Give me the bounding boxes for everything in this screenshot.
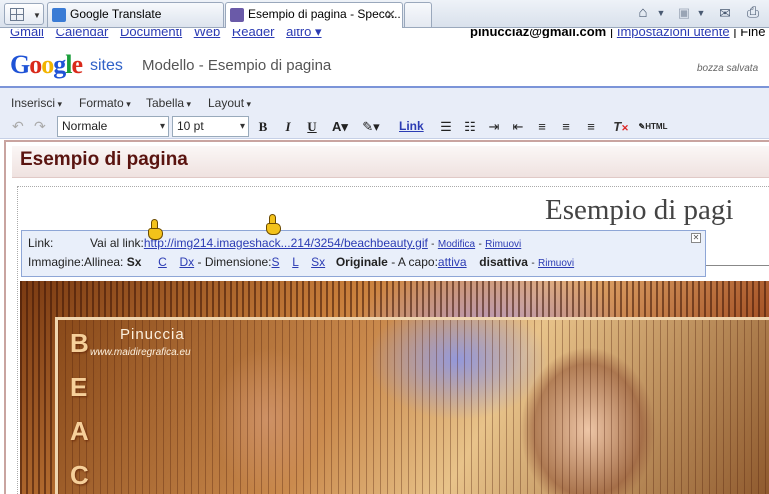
translate-favicon-icon	[52, 8, 66, 22]
indent-icon[interactable]: ⇥	[485, 118, 503, 136]
more-link[interactable]: altro ▾	[286, 29, 321, 38]
page-title[interactable]: Esempio di pagina	[20, 149, 188, 171]
bulleted-list-icon[interactable]: ☷	[461, 118, 479, 136]
watermark-site: www.maidiregrafica.eu	[90, 347, 191, 358]
save-status: bozza salvata	[697, 63, 759, 74]
chevron-down-icon: ▼	[33, 11, 41, 20]
menu-format[interactable]: Formato	[79, 96, 131, 110]
editor-menu-bar: Inserisci Formato Tabella Layout	[0, 86, 769, 115]
modify-link[interactable]: Modifica	[438, 239, 475, 250]
close-popup-icon[interactable]: ✕	[691, 233, 701, 243]
separator: |	[609, 29, 614, 38]
hand-cursor-icon	[266, 214, 282, 236]
remove-link[interactable]: Rimuovi	[485, 239, 521, 250]
mail-icon[interactable]: ✉	[714, 2, 736, 24]
breadcrumb: Modello - Esempio di pagina	[142, 57, 332, 74]
bold-button[interactable]: B	[254, 118, 272, 136]
image-label: Immagine:	[28, 255, 85, 269]
highlight-color-icon[interactable]: ✎▾	[358, 118, 384, 136]
align-left-icon[interactable]: ≡	[533, 118, 551, 136]
browser-tab-strip: ▼ Google Translate Esempio di pagina - S…	[0, 0, 769, 28]
wrap-label: - A capo:	[391, 255, 438, 269]
tab-label: Esempio di pagina - Specc...	[248, 7, 401, 21]
align-label: Allinea:	[84, 255, 124, 269]
google-bar-links: Gmail Calendar Documenti Web Reader altr…	[10, 29, 330, 38]
align-center-option[interactable]: C	[158, 255, 167, 269]
menu-table[interactable]: Tabella	[146, 96, 191, 110]
link-label: Link:	[28, 236, 54, 250]
new-tab-button[interactable]	[404, 2, 432, 27]
tab-esempio-di-pagina[interactable]: Esempio di pagina - Specc... ✕	[225, 2, 403, 28]
wrap-off-option[interactable]: disattiva	[479, 255, 528, 269]
insert-link-button[interactable]: Link	[399, 119, 424, 133]
rss-icon[interactable]: ▣	[674, 2, 694, 24]
google-logo[interactable]: Google	[10, 50, 83, 80]
calendar-link[interactable]: Calendar	[56, 29, 109, 38]
numbered-list-icon[interactable]: ☰	[437, 118, 455, 136]
redo-icon[interactable]: ↷	[34, 118, 46, 135]
html-label: HTML	[645, 122, 668, 131]
popup-link-row: Link: Vai al link:http://img214.imagesha…	[28, 236, 522, 250]
outdent-icon[interactable]: ⇤	[509, 118, 527, 136]
close-tab-icon[interactable]: ✕	[385, 3, 396, 26]
size-label: - Dimensione:	[197, 255, 272, 269]
size-original-option[interactable]: Originale	[336, 255, 388, 269]
remove-formatting-icon[interactable]: T✕	[612, 118, 630, 137]
google-bar: Gmail Calendar Documenti Web Reader altr…	[0, 29, 769, 38]
align-center-icon[interactable]: ≡	[557, 118, 575, 136]
grid-icon	[10, 8, 24, 21]
image-vertical-letters: BEAC	[70, 328, 89, 490]
size-xl-option[interactable]: Sx	[311, 255, 325, 269]
hand-cursor-icon	[148, 219, 164, 241]
font-size-select[interactable]: 10 pt	[172, 116, 249, 137]
align-right-option[interactable]: Dx	[179, 255, 194, 269]
rss-dropdown-icon[interactable]: ▼	[696, 2, 706, 24]
size-large-option[interactable]: L	[292, 255, 298, 269]
tab-list-button[interactable]: ▼	[4, 3, 44, 25]
sites-favicon-icon	[230, 8, 244, 22]
gmail-link[interactable]: Gmail	[10, 29, 44, 38]
account-area: pinucciaz@gmail.com | Impostazioni utent…	[470, 29, 766, 38]
menu-insert[interactable]: Inserisci	[11, 96, 62, 110]
align-left-option[interactable]: Sx	[127, 255, 142, 269]
undo-icon[interactable]: ↶	[12, 118, 24, 135]
watermark-name: Pinuccia	[120, 326, 185, 343]
web-link[interactable]: Web	[194, 29, 221, 38]
image-inner-frame	[55, 317, 769, 494]
documents-link[interactable]: Documenti	[120, 29, 182, 38]
align-right-icon[interactable]: ≡	[582, 118, 600, 136]
user-email: pinucciaz@gmail.com	[470, 29, 607, 38]
truncated-link[interactable]: | Fine	[733, 29, 765, 38]
italic-button[interactable]: I	[279, 118, 297, 136]
tab-label: Google Translate	[70, 7, 162, 21]
home-dropdown-icon[interactable]: ▼	[656, 2, 666, 24]
size-small-option[interactable]: S	[272, 255, 280, 269]
paragraph-style-select[interactable]: Normale	[57, 116, 169, 137]
content-heading[interactable]: Esempio di pagi	[545, 194, 733, 227]
beach-beauty-image[interactable]: Pinuccia www.maidiregrafica.eu BEAC	[20, 281, 769, 494]
underline-button[interactable]: U	[303, 118, 321, 136]
tab-google-translate[interactable]: Google Translate	[47, 2, 224, 27]
remove-image[interactable]: Rimuovi	[538, 258, 574, 269]
sites-label[interactable]: sites	[90, 57, 123, 75]
wrap-on-option[interactable]: attiva	[438, 255, 467, 269]
menu-layout[interactable]: Layout	[208, 96, 251, 110]
formatting-toolbar: ↶ ↷ Normale 10 pt B I U A▾ ✎▾ Link ☰ ☷ ⇥…	[0, 115, 769, 139]
html-button[interactable]: ✎HTML	[636, 118, 670, 136]
popup-image-row: Immagine:Allinea: Sx C Dx - Dimensione:S…	[28, 255, 575, 269]
link-image-popup: Link: Vai al link:http://img214.imagesha…	[21, 230, 706, 277]
text-color-icon[interactable]: A▾	[328, 118, 352, 136]
settings-link[interactable]: Impostazioni utente	[617, 29, 730, 38]
home-icon[interactable]: ⌂	[632, 2, 654, 24]
reader-link[interactable]: Reader	[232, 29, 275, 38]
print-icon[interactable]: ⎙	[742, 2, 764, 24]
link-url[interactable]: http://img214.imageshack...214/3254/beac…	[144, 236, 428, 250]
goto-label: Vai al link:	[90, 236, 144, 250]
